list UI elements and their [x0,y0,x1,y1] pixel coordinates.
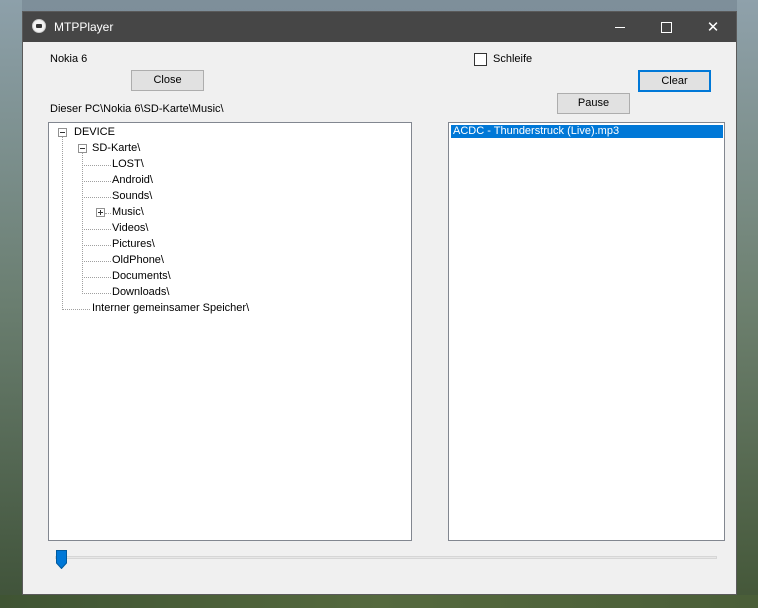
seek-thumb[interactable] [56,550,67,569]
app-window: MTPPlayer ✕ Nokia 6 Close Dieser PC\Noki… [22,11,737,595]
minimize-icon [615,27,625,28]
desktop-background-right [737,0,758,608]
tree-node-lost[interactable]: LOST\ [112,157,144,171]
clear-button[interactable]: Clear [638,70,711,92]
close-window-button[interactable]: ✕ [690,12,736,42]
tree-node-sounds[interactable]: Sounds\ [112,189,152,203]
tree-node-music[interactable]: Music\ [112,205,144,219]
window-title: MTPPlayer [54,20,114,34]
playlist-item[interactable]: ACDC - Thunderstruck (Live).mp3 [451,125,723,138]
maximize-icon [660,22,672,33]
tree-connector [105,213,111,214]
app-icon [32,19,46,33]
desktop-background-bottom [0,595,758,608]
pause-button[interactable]: Pause [557,93,630,114]
expand-music-icon[interactable] [96,208,105,217]
tree-connector [84,197,111,198]
tree-connector [84,245,111,246]
tree-connector [84,293,111,294]
loop-label: Schleife [493,53,533,65]
tree-node-documents[interactable]: Documents\ [112,269,171,283]
device-label: Nokia 6 [50,53,88,65]
loop-checkbox[interactable] [474,53,487,66]
tree-node-oldphone[interactable]: OldPhone\ [112,253,164,267]
playlist[interactable]: ACDC - Thunderstruck (Live).mp3 [448,122,725,541]
title-bar[interactable]: MTPPlayer ✕ [23,12,736,42]
tree-node-sd-card[interactable]: SD-Karte\ [92,141,140,155]
tree-connector [84,277,111,278]
tree-connector [84,229,111,230]
tree-node-pictures[interactable]: Pictures\ [112,237,155,251]
tree-node-videos[interactable]: Videos\ [112,221,149,235]
tree-node-internal-storage[interactable]: Interner gemeinsamer Speicher\ [92,301,249,315]
tree-node-downloads[interactable]: Downloads\ [112,285,169,299]
maximize-button[interactable] [643,12,689,42]
collapse-sd-card-icon[interactable] [78,144,87,153]
tree-node-android[interactable]: Android\ [112,173,153,187]
tree-connector [82,153,83,294]
tree-connector [62,309,90,310]
minimize-button[interactable] [597,12,643,42]
tree-node-device[interactable]: DEVICE [74,125,115,139]
tree-connector [84,261,111,262]
close-device-button[interactable]: Close [131,70,204,91]
tree-connector [62,137,63,310]
seek-track[interactable] [55,556,717,559]
folder-tree[interactable]: DEVICE SD-Karte\ LOST\ Android\ Sounds\ … [48,122,412,541]
close-icon: ✕ [706,18,720,36]
tree-connector [84,181,111,182]
collapse-device-icon[interactable] [58,128,67,137]
current-path: Dieser PC\Nokia 6\SD-Karte\Music\ [50,103,224,115]
desktop-background-left [0,0,22,608]
tree-connector [84,165,111,166]
